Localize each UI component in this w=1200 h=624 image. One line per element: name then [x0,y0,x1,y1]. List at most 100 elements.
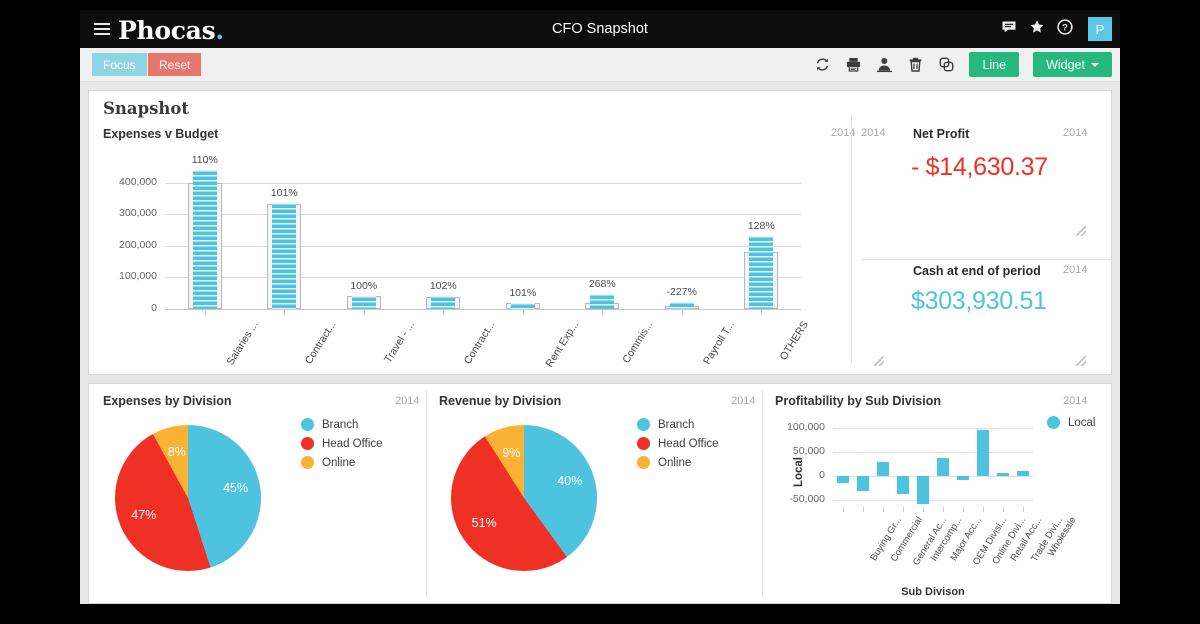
kpi-value-net-profit: - $14,630.37 [911,153,1048,182]
legend-item[interactable]: Online [637,456,719,469]
bar[interactable] [997,473,1009,476]
divisions-divider-2 [762,390,763,596]
legend-item[interactable]: Online [301,456,383,469]
divisions-divider-1 [426,390,427,596]
device-frame: Phocas. CFO Snapshot ? P Focus Reset [0,0,1200,624]
y-axis-tick-label: 300,000 [103,207,157,219]
gridline [165,214,801,215]
x-axis-tick [863,507,864,512]
pie-slice-label: 51% [462,516,506,530]
bar-value-label: 102% [413,280,473,292]
copy-icon[interactable] [938,56,955,73]
bar[interactable] [1017,471,1029,477]
bar[interactable] [897,476,909,493]
legend-label: Local [1068,417,1096,429]
bar[interactable] [837,476,849,483]
resize-handle-cash[interactable] [1076,356,1086,366]
legend-item[interactable]: Branch [637,418,719,431]
focus-button[interactable]: Focus [92,53,147,76]
app-header: Phocas. CFO Snapshot ? P [80,10,1120,48]
bar[interactable] [917,476,929,504]
bar[interactable] [877,462,889,476]
legend-color-dot [1047,416,1060,429]
x-axis-tick [903,507,904,512]
help-icon[interactable]: ? [1057,19,1073,39]
print-icon[interactable] [845,56,862,73]
reset-button[interactable]: Reset [148,53,201,76]
x-axis-line [165,309,801,310]
legend-item[interactable]: Local [1047,416,1096,429]
snapshot-title: Snapshot [103,99,189,118]
line-button[interactable]: Line [969,52,1019,77]
x-axis-label: OTHERS [778,319,811,362]
panel-snapshot: Snapshot Expenses v Budget 2014 0100,000… [88,90,1112,375]
pie-slice-label: 45% [214,481,258,495]
bar[interactable] [977,430,989,476]
gridline [165,183,801,184]
legend-label: Head Office [322,438,383,450]
chart-expenses-v-budget[interactable]: 0100,000200,000300,000400,000110%Salarie… [103,145,819,367]
kpi-divider [861,259,1115,260]
star-icon[interactable] [1029,19,1045,39]
legend-item[interactable]: Branch [301,418,383,431]
chart-expenses-by-division[interactable]: 45%47%8%BranchHead OfficeOnline [103,410,423,596]
year-label-revenue-by-division: 2014 [731,395,755,407]
x-axis-tick [923,507,924,512]
actual-bar [272,203,296,309]
legend-color-dot [301,456,314,469]
legend-color-dot [637,456,650,469]
kpi-title-cash: Cash at end of period [913,264,1041,278]
year-label-net-profit: 2014 [1063,127,1087,139]
x-axis-label: Contract... [303,319,339,366]
legend-item[interactable]: Head Office [301,437,383,450]
bar[interactable] [957,476,969,480]
legend-color-dot [637,437,650,450]
x-axis-label: Travel - ... [382,319,417,365]
avatar[interactable]: P [1088,17,1112,41]
user-icon[interactable] [876,56,893,73]
bar-group[interactable] [744,167,778,309]
x-axis-tick [761,310,762,315]
legend-color-dot [301,437,314,450]
dashboard-surface: Snapshot Expenses v Budget 2014 0100,000… [80,82,1120,604]
x-axis-tick [883,507,884,512]
legend: Local [1047,416,1096,435]
header-icon-group: ? P [1001,10,1112,48]
bar-value-label: 100% [334,280,394,292]
x-axis-tick [843,507,844,512]
actual-bar [590,294,614,309]
chart-revenue-by-division[interactable]: 40%51%9%BranchHead OfficeOnline [439,410,759,596]
bar-value-label: 101% [254,187,314,199]
y-axis-title: Local [793,442,805,502]
bar[interactable] [857,476,869,491]
toolbar: Focus Reset Line [80,48,1120,82]
legend-label: Online [658,457,691,469]
toolbar-actions: Line Widget [814,52,1112,77]
x-axis-tick [205,310,206,315]
resize-handle-net-profit[interactable] [1076,226,1086,236]
bar-value-label: 110% [175,154,235,166]
bar[interactable] [937,458,949,477]
widget-button[interactable]: Widget [1033,52,1112,77]
widget-title-expenses-by-division: Expenses by Division [103,394,232,408]
pie-slice-label: 47% [122,508,166,522]
delete-icon[interactable] [907,56,924,73]
resize-handle-expenses[interactable] [874,356,884,366]
x-axis-tick [523,310,524,315]
comment-icon[interactable] [1001,19,1017,39]
year-label-profitability: 2014 [1063,395,1087,407]
x-axis-tick [682,310,683,315]
y-axis-tick-label: 200,000 [103,239,157,251]
legend-label: Head Office [658,438,719,450]
legend-item[interactable]: Head Office [637,437,719,450]
gridline [165,246,801,247]
actual-bar [431,296,455,309]
chart-profitability-by-sub-division[interactable]: 100,00050,0000-50,000Buying Gr...Commerc… [775,408,1111,598]
kpi-value-cash: $303,930.51 [911,287,1047,316]
bar-group[interactable] [188,167,222,309]
refresh-icon[interactable] [814,56,831,73]
legend-label: Online [322,457,355,469]
bar-value-label: 268% [572,278,632,290]
y-axis-tick-label: 400,000 [103,176,157,188]
bar-value-label: -227% [652,286,712,298]
